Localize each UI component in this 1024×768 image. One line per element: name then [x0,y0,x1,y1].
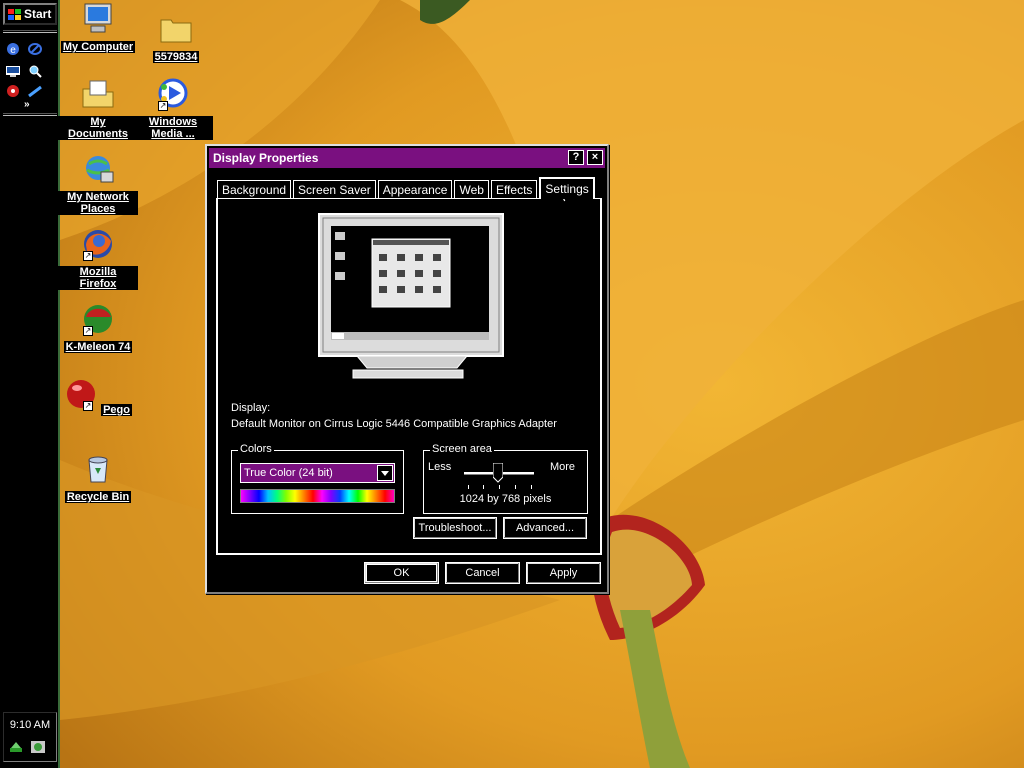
taskbar: Start e » 9:10 AM [0,0,60,768]
ok-button[interactable]: OK [364,562,439,584]
quicklaunch-more-button[interactable]: » [24,99,30,110]
shortcut-arrow-icon: ↗ [83,251,93,261]
desktop-icon-recycle-bin[interactable]: Recycle Bin [58,452,138,503]
desktop-icon-label: Windows Media ... [133,116,213,140]
network-places-icon [86,156,114,183]
colors-select-value: True Color (24 bit) [244,467,333,479]
desktop-icon-label: My Documents [58,116,138,140]
desktop-icon-windows-media[interactable]: ↗ Windows Media ... [133,77,213,140]
media-icon[interactable] [5,83,21,99]
start-label: Start [24,7,52,21]
windows-logo-icon [8,8,21,20]
tab-strip: Background Screen Saver Appearance Web E… [217,177,597,199]
display-label: Display: [231,402,271,414]
desktop-icon-my-computer[interactable]: My Computer [58,2,138,53]
tab-settings[interactable]: Settings [539,177,595,199]
my-documents-icon [82,80,114,108]
screen-area-group: Screen area Less More 1024 by 768 pixels [423,443,588,514]
desktop-icon-pego[interactable]: ↗ Pego [58,377,138,416]
tab-effects[interactable]: Effects [490,180,538,199]
colors-group: Colors True Color (24 bit) [231,443,404,514]
show-desktop-icon[interactable] [5,63,21,79]
desktop-icon-mozilla-firefox[interactable]: ↗ Mozilla Firefox [58,227,138,290]
colors-group-title: Colors [238,443,274,455]
color-spectrum-bar [240,489,395,503]
dialog-titlebar[interactable]: Display Properties ? × [209,148,605,168]
recycle-bin-icon [88,456,108,483]
shortcut-arrow-icon: ↗ [83,326,93,336]
tab-appearance[interactable]: Appearance [377,180,453,199]
slider-more-label: More [549,461,575,473]
svg-text:e: e [10,45,16,56]
display-properties-dialog: Display Properties ? × Background Screen… [205,144,609,594]
desktop-icon-my-documents[interactable]: My Documents [58,77,138,140]
network-tray-icon[interactable] [8,739,24,755]
desktop-icon-label: 5579834 [152,51,200,63]
volume-tray-icon[interactable] [30,739,46,755]
taskbar-separator [3,30,57,33]
chevron-down-icon[interactable] [377,465,393,481]
screen-area-slider-thumb[interactable] [493,463,503,483]
start-button[interactable]: Start [3,3,57,25]
clock[interactable]: 9:10 AM [4,719,56,731]
slider-less-label: Less [428,461,452,473]
folder-icon [160,19,192,43]
tab-background[interactable]: Background [217,180,292,199]
colors-select[interactable]: True Color (24 bit) [240,463,395,483]
desktop-icon-my-network-places[interactable]: My Network Places [58,152,138,215]
screen-resolution-value: 1024 by 768 pixels [459,493,552,505]
channel-icon[interactable] [27,83,43,99]
slider-ticks [468,485,532,489]
desktop-icon-label: My Network Places [58,191,138,215]
settings-tab-panel: Display: Default Monitor on Cirrus Logic… [216,198,602,555]
desktop-icon-label: K-Meleon 74 [63,341,133,353]
desktop-icon-label: Mozilla Firefox [58,266,138,290]
help-button[interactable]: ? [568,150,584,165]
tab-web[interactable]: Web [454,180,489,199]
tab-screen-saver[interactable]: Screen Saver [293,180,376,199]
desktop-icon-label: Recycle Bin [64,491,132,503]
my-computer-icon [84,3,112,33]
taskbar-separator [3,113,57,116]
shortcut-arrow-icon: ↗ [158,101,168,111]
close-button[interactable]: × [587,150,603,165]
desktop-icon-folder-5579834[interactable]: 5579834 [136,12,216,63]
shortcut-arrow-icon: ↗ [83,401,93,411]
cancel-button[interactable]: Cancel [445,562,520,584]
desktop-icon-label: My Computer [60,41,136,53]
search-icon[interactable] [27,63,43,79]
internet-explorer-icon[interactable]: e [5,41,21,57]
system-tray: 9:10 AM [3,712,57,762]
screen-area-group-title: Screen area [430,443,494,455]
advanced-button[interactable]: Advanced... [503,517,587,539]
desktop-icon-label: Pego [101,404,132,416]
monitor-preview [318,213,504,379]
troubleshoot-button[interactable]: Troubleshoot... [413,517,497,539]
display-adapter-value: Default Monitor on Cirrus Logic 5446 Com… [231,418,557,430]
dialog-title: Display Properties [213,151,319,165]
apply-button[interactable]: Apply [526,562,601,584]
desktop-icon-k-meleon[interactable]: ↗ K-Meleon 74 [58,302,138,353]
outlook-express-icon[interactable] [27,41,43,57]
